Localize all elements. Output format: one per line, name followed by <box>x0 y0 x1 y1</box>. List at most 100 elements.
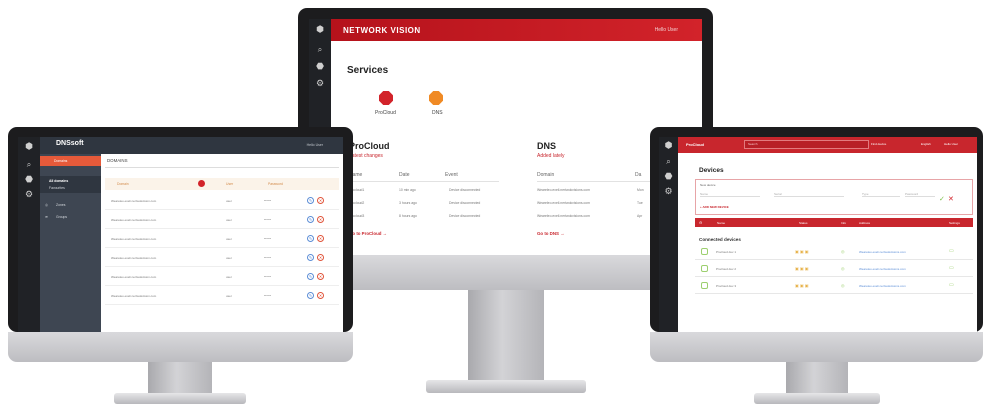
delete-icon[interactable]: ✕ <box>317 254 324 261</box>
delete-icon[interactable]: ✕ <box>317 273 324 280</box>
sidebar-item-groups[interactable]: Groups <box>56 215 67 219</box>
left-screen: ⬢ ⌕ ⬣ ⚙ DNSsoft Hello User Domains All d… <box>18 137 343 332</box>
col-settings[interactable]: Settings <box>949 221 960 225</box>
sort-badge-icon <box>198 180 205 187</box>
row-checkbox[interactable] <box>701 265 708 272</box>
device-address[interactable]: Weareleo.exeli.nertwokvisions.com <box>859 267 906 271</box>
services-icon[interactable]: ⬣ <box>659 172 678 181</box>
device-address[interactable]: Weareleo.exeli.nertwokvisions.com <box>859 250 906 254</box>
dns-service-label[interactable]: DNS <box>432 110 443 116</box>
col-info[interactable]: Info <box>841 221 846 225</box>
settings-icon[interactable]: ▭ <box>949 248 954 254</box>
device-name: Procloud dev 2 <box>716 267 737 271</box>
settings-icon[interactable]: ⚙ <box>659 187 678 196</box>
info-icon[interactable]: ◎ <box>841 283 845 288</box>
services-icon[interactable]: ⬣ <box>18 175 40 184</box>
edit-icon[interactable]: ✎ <box>307 216 314 223</box>
search-icon[interactable]: ⌕ <box>18 161 40 169</box>
sidebar-item-domains[interactable] <box>40 156 101 166</box>
domains-main: DOMAINS Domain User Password Weareleo.ex… <box>101 154 343 332</box>
edit-icon[interactable]: ✎ <box>307 197 314 204</box>
right-icon-rail: ⬢ ⌕ ⬣ ⚙ <box>659 137 678 332</box>
password-cell: ****** <box>264 294 272 298</box>
name-field[interactable]: Name <box>700 192 760 197</box>
col-status[interactable]: Status <box>799 221 808 225</box>
settings-icon[interactable]: ⚙ <box>309 79 331 88</box>
delete-icon[interactable]: ✕ <box>317 216 324 223</box>
col-address[interactable]: Address <box>859 221 870 225</box>
info-icon[interactable]: ◎ <box>841 249 845 254</box>
col-password[interactable]: Password <box>268 182 283 186</box>
search-icon[interactable]: ⌕ <box>659 158 678 166</box>
sidebar-item-all-domains[interactable]: All domains <box>49 179 68 183</box>
procloud-service-icon[interactable] <box>379 91 393 105</box>
edit-icon[interactable]: ✎ <box>307 235 314 242</box>
serial-field[interactable]: Serial <box>774 192 844 197</box>
user-menu[interactable]: Hello User <box>307 143 323 147</box>
info-icon[interactable]: ◎ <box>841 266 845 271</box>
type-field[interactable]: Type <box>862 192 900 197</box>
procloud-title: ProCloud <box>349 141 390 151</box>
user-cell: user <box>226 256 232 260</box>
delete-icon[interactable]: ✕ <box>317 197 324 204</box>
go-to-procloud-link[interactable]: Go to ProCloud → <box>349 231 387 236</box>
col-name[interactable]: Name <box>717 221 725 225</box>
procloud-row-date: 10 min ago <box>399 188 416 192</box>
app-logo-icon: ⬢ <box>25 141 33 151</box>
row-checkbox[interactable] <box>701 248 708 255</box>
go-to-dns-link[interactable]: Go to DNS → <box>537 231 565 236</box>
connected-devices-heading: Connected devices <box>699 237 741 242</box>
language-select[interactable]: English <box>921 142 931 146</box>
procloud-logo[interactable]: ProCloud <box>686 142 704 147</box>
filter-icon[interactable]: ⊖ <box>699 220 702 225</box>
dns-row-domain: Weareleo.exeli.nertwokvisions.com <box>537 188 590 192</box>
dns-logo[interactable]: DNSsoft <box>56 140 84 147</box>
dns-service-icon[interactable] <box>429 91 443 105</box>
domain-cell: Weareleo.exeli.nertwokvision.com <box>111 237 157 241</box>
sidebar-item-zones[interactable]: Zones <box>56 203 65 207</box>
app-logo-icon: ⬢ <box>664 140 673 150</box>
password-field[interactable]: Password <box>905 192 935 197</box>
search-input[interactable] <box>744 140 869 149</box>
status-icons: ▣ ▣ ▣ <box>795 249 809 254</box>
domains-table-header <box>105 178 339 190</box>
status-icons: ▣ ▣ ▣ <box>795 283 809 288</box>
user-menu[interactable]: Hello User <box>944 142 958 146</box>
search-icon[interactable]: ⌕ <box>309 46 331 54</box>
row-checkbox[interactable] <box>701 282 708 289</box>
confirm-icon[interactable]: ✓ <box>939 195 945 203</box>
sidebar-item-domains-label[interactable]: Domains <box>54 159 67 163</box>
procloud-subtitle: Latest changes <box>349 153 383 159</box>
dns-row-domain: Weareleo.exeli.nertwokvisions.com <box>537 201 590 205</box>
dns-row-domain: Weareleo.exeli.nertwokvisions.com <box>537 214 590 218</box>
device-address[interactable]: Weareleo.exeli.nertwokvisions.com <box>859 284 906 288</box>
services-icon[interactable]: ⬣ <box>309 62 331 71</box>
procloud-service-label[interactable]: ProCloud <box>375 110 396 116</box>
edit-icon[interactable]: ✎ <box>307 254 314 261</box>
brand-logo[interactable]: NETWORK VISION <box>343 26 421 35</box>
edit-icon[interactable]: ✎ <box>307 273 314 280</box>
delete-icon[interactable]: ✕ <box>317 292 324 299</box>
sidebar-item-favourites[interactable]: Favourites <box>49 186 65 190</box>
edit-icon[interactable]: ✎ <box>307 292 314 299</box>
center-screen: ⬢ ⌕ ⬣ ⚙ NETWORK VISION Hello User Servic… <box>309 19 702 255</box>
col-user[interactable]: User <box>226 182 233 186</box>
settings-icon[interactable]: ▭ <box>949 282 954 288</box>
monitors-showcase: ⬢ ⌕ ⬣ ⚙ NETWORK VISION Hello User Servic… <box>0 0 983 404</box>
device-table-header <box>695 218 973 227</box>
password-cell: ****** <box>264 275 272 279</box>
col-domain[interactable]: Domain <box>117 182 129 186</box>
settings-icon[interactable]: ▭ <box>949 265 954 271</box>
user-cell: user <box>226 218 232 222</box>
find-device-button[interactable]: Find device <box>871 142 886 146</box>
dns-row-date: Tue <box>637 201 643 205</box>
delete-icon[interactable]: ✕ <box>317 235 324 242</box>
settings-icon[interactable]: ⚙ <box>18 190 40 199</box>
right-monitor: ⬢ ⌕ ⬣ ⚙ ProCloud Search Find device Engl… <box>650 127 983 404</box>
password-cell: ****** <box>264 256 272 260</box>
add-new-device-link[interactable]: + ADD NEW DEVICE <box>700 205 729 209</box>
close-icon[interactable]: ✕ <box>948 195 954 203</box>
search-placeholder: Search <box>748 142 758 146</box>
user-cell: user <box>226 237 232 241</box>
user-menu[interactable]: Hello User <box>655 27 678 33</box>
